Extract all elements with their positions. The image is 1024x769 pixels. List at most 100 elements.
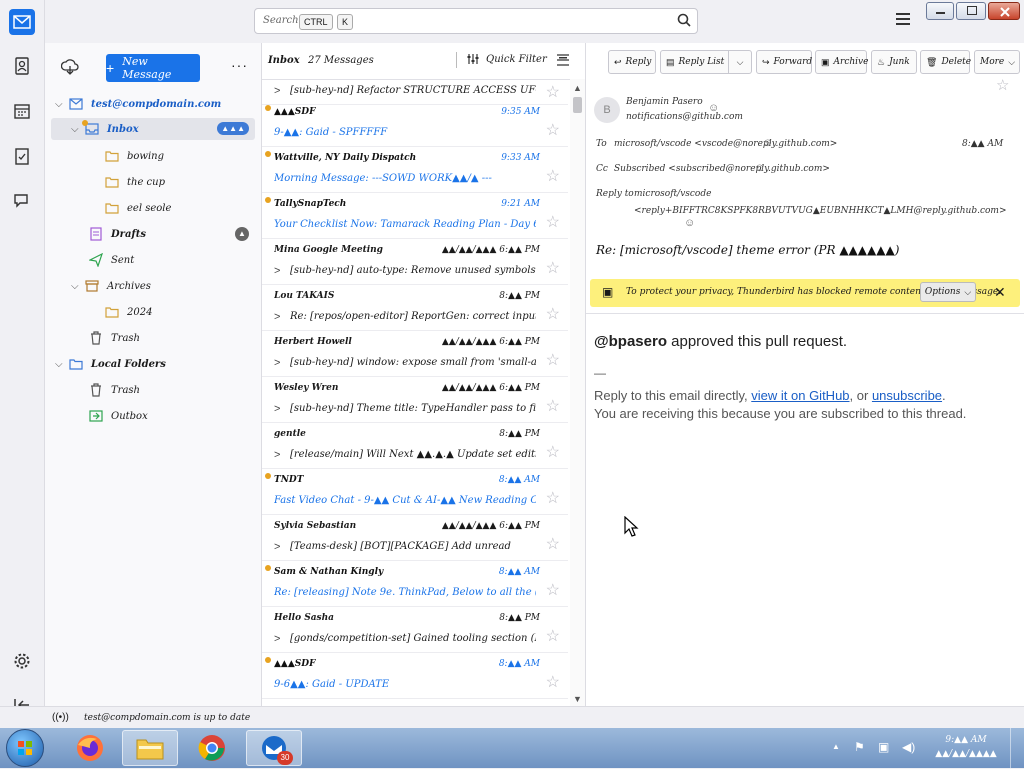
thread-expand-icon[interactable]: > [274,403,280,415]
star-icon[interactable]: ☆ [546,580,560,600]
network-icon[interactable]: ▣ [878,740,889,754]
archive-button[interactable]: ▣ Archive [815,50,868,74]
taskbar-clock[interactable]: 9:▲▲ AM ▲▲/▲▲/▲▲▲▲ [930,733,1002,761]
app-menu-icon[interactable] [896,13,910,25]
quick-filter-button[interactable]: Quick Filter [466,53,547,65]
thread-expand-icon[interactable]: > [274,85,280,97]
folder-sub-2[interactable]: the cup [105,171,165,193]
folder-sub-3[interactable]: eel seole [105,197,171,219]
show-hidden-icons-icon[interactable]: ▲ [832,742,840,751]
star-icon[interactable]: ☆ [546,82,560,102]
list-display-options-icon[interactable] [556,53,570,70]
list-scrollbar[interactable]: ▲ ▼ [570,79,585,706]
message-row[interactable]: Sylvia Sebastian ▲▲/▲▲/▲▲▲ 6:▲▲ PM > [Teams… [262,515,568,561]
folder-local-trash[interactable]: Trash [89,379,140,401]
star-icon[interactable]: ☆ [546,350,560,370]
message-row[interactable]: TNDT 8:▲▲ AM Fast Video Chat - 9-▲▲ Cut & … [262,469,568,515]
star-icon[interactable]: ☆ [996,76,1009,94]
folder-archive-year[interactable]: 2024 [105,301,152,323]
thread-expand-icon[interactable]: > [274,357,280,369]
message-row[interactable]: Hello Sasha 8:▲▲ PM > [gonds/competition-se… [262,607,568,653]
search-icon[interactable] [677,13,691,30]
message-row[interactable]: Mina Google Meeting ▲▲/▲▲/▲▲▲ 6:▲▲ PM > [su… [262,239,568,285]
taskbar-explorer[interactable] [122,730,178,766]
folder-sub-1[interactable]: bowing [105,145,164,167]
taskbar-firefox[interactable] [62,730,118,766]
junk-button[interactable]: ♨ Junk [871,50,917,74]
star-icon[interactable]: ☆ [546,442,560,462]
star-icon[interactable]: ☆ [546,258,560,278]
scroll-up-icon[interactable]: ▲ [573,83,582,93]
contact-icon[interactable]: ☺ [708,102,719,114]
scroll-thumb[interactable] [573,97,582,113]
search-input[interactable]: Search... CTRL K [254,8,698,34]
new-message-button[interactable]: + New Message [106,54,200,82]
thread-expand-icon[interactable]: > [274,633,280,645]
action-center-flag-icon[interactable]: ⚑ [854,740,865,754]
delete-icon: 🗑 [926,56,938,67]
star-icon[interactable]: ☆ [546,626,560,646]
message-row[interactable]: ▲▲▲SDF 8:▲▲ AM 9-6▲▲: Gaid - UPDATE ☆ [262,653,568,699]
message-row[interactable]: Lou TAKAIS 8:▲▲ PM > Re: [repos/open-editor… [262,285,568,331]
start-button[interactable] [6,729,44,767]
folder-sent[interactable]: Sent [89,249,134,271]
contact-icon[interactable]: ☺ [762,137,773,149]
thread-expand-icon[interactable]: > [274,449,280,461]
scroll-down-icon[interactable]: ▼ [573,694,582,704]
reply-list-button[interactable]: ▤ Reply List ⌵ [660,50,752,74]
chat-icon[interactable] [9,188,35,214]
notice-options-button[interactable]: Options ⌵ [920,282,976,302]
message-row[interactable]: ▲▲▲SDF 9:35 AM 9-▲▲: Gaid - SPFFFFF ☆ [262,101,568,147]
contact-icon[interactable]: ☺ [754,162,765,174]
thread-expand-icon[interactable]: > [274,311,280,323]
close-icon [1000,7,1010,17]
star-icon[interactable]: ☆ [546,212,560,232]
folder-pane-menu-icon[interactable]: ··· [231,57,248,73]
message-row[interactable]: Sam & Nathan Kingly 8:▲▲ AM Re: [releasing… [262,561,568,607]
forward-button[interactable]: ↪ Forward [756,50,812,74]
maximize-button[interactable] [956,2,986,20]
delete-button[interactable]: 🗑 Delete [920,50,971,74]
folder-inbox[interactable]: ⌵ Inbox ▲▲▲ [51,118,255,140]
show-desktop-button[interactable] [1010,728,1024,768]
volume-icon[interactable]: ◀) [902,740,915,754]
account-row[interactable]: ⌵ test@compdomain.com [55,93,255,115]
unsubscribe-link[interactable]: unsubscribe [872,388,942,403]
star-icon[interactable]: ☆ [546,534,560,554]
folder-trash[interactable]: Trash [89,327,140,349]
folder-archives[interactable]: ⌵ Archives [71,275,151,297]
address-book-icon[interactable] [9,53,35,79]
message-row[interactable]: Wesley Wren ▲▲/▲▲/▲▲▲ 6:▲▲ PM > [sub-hey-nd… [262,377,568,423]
star-icon[interactable]: ☆ [546,672,560,692]
folder-outbox[interactable]: Outbox [89,405,148,427]
message-row[interactable]: TallySnapTech 9:21 AM Your Checklist Now: … [262,193,568,239]
star-icon[interactable]: ☆ [546,304,560,324]
message-row[interactable]: Wattville, NY Daily Dispatch 9:33 AM Morni… [262,147,568,193]
more-button[interactable]: More ⌵ [974,50,1020,74]
message-row[interactable]: gentle 8:▲▲ PM > [release/main] Will Next ▲… [262,423,568,469]
star-icon[interactable]: ☆ [546,166,560,186]
contact-icon[interactable]: ☺ [684,217,695,229]
view-on-github-link[interactable]: view it on GitHub [751,388,849,403]
message-row[interactable]: Herbert Howell ▲▲/▲▲/▲▲▲ 6:▲▲ PM > [sub-hey… [262,331,568,377]
star-icon[interactable]: ☆ [546,488,560,508]
close-window-button[interactable] [988,2,1020,20]
online-status-icon[interactable]: ((•)) [52,712,69,723]
thread-expand-icon[interactable]: > [274,541,280,553]
close-icon[interactable]: ✕ [994,284,1006,301]
thread-expand-icon[interactable]: > [274,265,280,277]
local-folders-row[interactable]: ⌵ Local Folders [55,353,166,375]
get-messages-icon[interactable] [60,59,79,78]
calendar-icon[interactable] [9,98,35,124]
taskbar-thunderbird[interactable]: 30 [246,730,302,766]
folder-drafts[interactable]: Drafts ▲ [89,223,255,245]
star-icon[interactable]: ☆ [546,396,560,416]
mail-space-icon[interactable] [9,9,35,35]
tasks-icon[interactable] [9,143,35,169]
star-icon[interactable]: ☆ [546,120,560,140]
taskbar-chrome[interactable] [184,730,240,766]
reply-button[interactable]: ↩ Reply [608,50,656,74]
minimize-button[interactable] [926,2,954,20]
settings-gear-icon[interactable] [9,648,35,674]
chevron-down-icon[interactable]: ⌵ [728,51,751,73]
